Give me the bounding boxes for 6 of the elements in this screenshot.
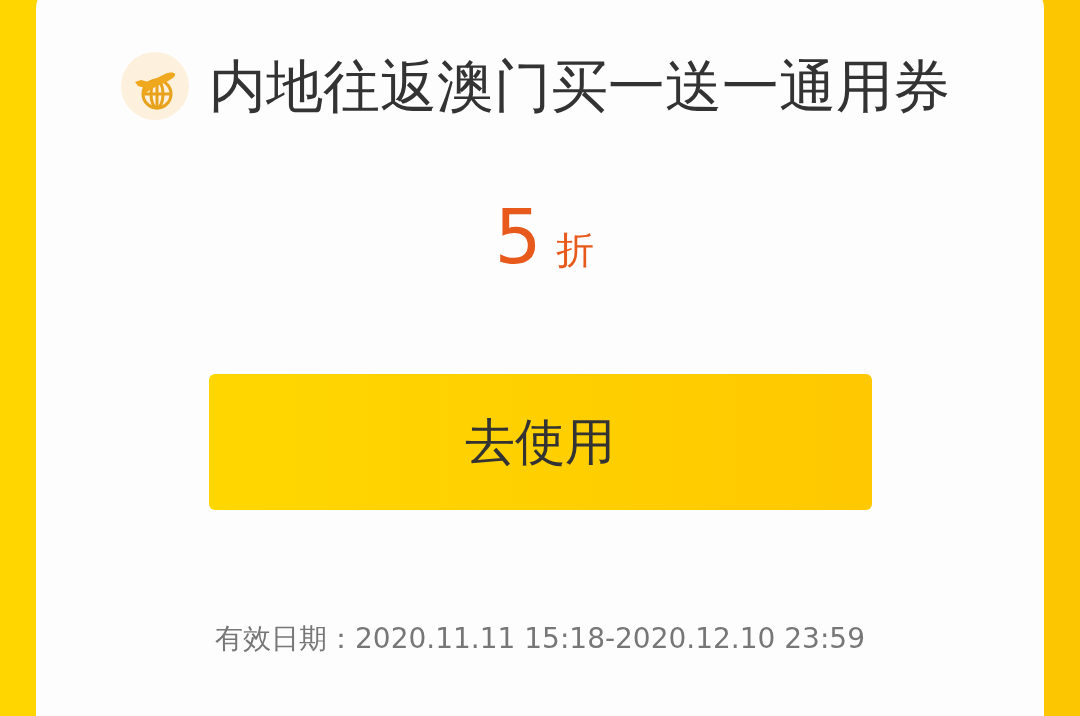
use-coupon-button[interactable]: 去使用 [208, 374, 872, 510]
validity-period: 有效日期：2020.11.11 15:18-2020.12.10 23:59 [215, 622, 865, 656]
plane-globe-icon [120, 52, 189, 120]
discount-value: 5 [494, 204, 542, 270]
coupon-title: 内地往返澳门买一送一通用券 [208, 52, 950, 120]
discount-unit: 折 [555, 230, 594, 270]
